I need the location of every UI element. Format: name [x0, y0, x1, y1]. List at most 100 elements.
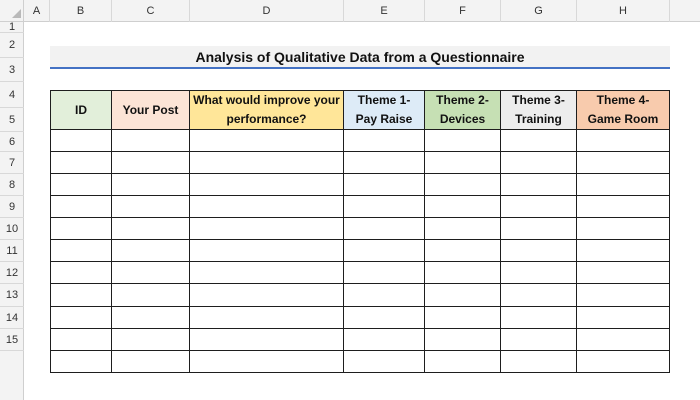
table-cell[interactable] [190, 284, 344, 307]
table-cell[interactable] [50, 218, 112, 240]
table-cell[interactable] [344, 307, 425, 329]
table-cell[interactable] [112, 218, 190, 240]
table-cell[interactable] [344, 329, 425, 351]
table-cell[interactable] [50, 196, 112, 218]
table-cell[interactable] [344, 130, 425, 152]
row-header-5[interactable]: 5 [0, 108, 24, 132]
table-cell[interactable] [577, 152, 670, 174]
table-cell[interactable] [190, 262, 344, 284]
table-header-cell[interactable]: Theme 4- Game Room [577, 90, 670, 130]
table-cell[interactable] [501, 351, 577, 373]
row-header-3[interactable]: 3 [0, 58, 24, 82]
table-header-cell[interactable]: Theme 3- Training [501, 90, 577, 130]
table-cell[interactable] [50, 152, 112, 174]
table-cell[interactable] [344, 351, 425, 373]
table-cell[interactable] [501, 329, 577, 351]
table-header-cell[interactable]: Your Post [112, 90, 190, 130]
table-cell[interactable] [501, 174, 577, 196]
column-header-b[interactable]: B [50, 0, 112, 22]
sheet-title[interactable]: Analysis of Qualitative Data from a Ques… [50, 46, 670, 68]
table-cell[interactable] [190, 307, 344, 329]
table-cell[interactable] [425, 307, 501, 329]
table-cell[interactable] [190, 130, 344, 152]
table-cell[interactable] [190, 196, 344, 218]
table-cell[interactable] [577, 284, 670, 307]
table-cell[interactable] [344, 218, 425, 240]
table-cell[interactable] [344, 284, 425, 307]
table-cell[interactable] [344, 262, 425, 284]
table-cell[interactable] [577, 240, 670, 262]
table-cell[interactable] [112, 240, 190, 262]
table-cell[interactable] [190, 240, 344, 262]
row-header-12[interactable]: 12 [0, 262, 24, 284]
column-header-c[interactable]: C [112, 0, 190, 22]
table-cell[interactable] [344, 152, 425, 174]
table-cell[interactable] [112, 196, 190, 218]
table-cell[interactable] [425, 351, 501, 373]
row-header-7[interactable]: 7 [0, 152, 24, 174]
table-cell[interactable] [501, 130, 577, 152]
row-header-15[interactable]: 15 [0, 329, 24, 351]
table-cell[interactable] [425, 262, 501, 284]
table-cell[interactable] [425, 152, 501, 174]
table-cell[interactable] [112, 307, 190, 329]
row-header-2[interactable]: 2 [0, 33, 24, 58]
table-cell[interactable] [190, 329, 344, 351]
column-header-h[interactable]: H [577, 0, 670, 22]
table-cell[interactable] [425, 240, 501, 262]
table-cell[interactable] [50, 174, 112, 196]
column-header-e[interactable]: E [344, 0, 425, 22]
table-cell[interactable] [577, 174, 670, 196]
table-cell[interactable] [190, 174, 344, 196]
table-cell[interactable] [50, 240, 112, 262]
table-cell[interactable] [190, 351, 344, 373]
column-header-d[interactable]: D [190, 0, 344, 22]
table-cell[interactable] [501, 284, 577, 307]
row-header-4[interactable]: 4 [0, 82, 24, 108]
table-cell[interactable] [344, 174, 425, 196]
table-cell[interactable] [577, 130, 670, 152]
table-cell[interactable] [577, 351, 670, 373]
row-header-9[interactable]: 9 [0, 196, 24, 218]
table-cell[interactable] [50, 262, 112, 284]
table-cell[interactable] [501, 196, 577, 218]
table-cell[interactable] [112, 329, 190, 351]
table-cell[interactable] [577, 218, 670, 240]
column-header-a[interactable]: A [24, 0, 50, 22]
table-header-cell[interactable]: What would improve your performance? [190, 90, 344, 130]
row-header-14[interactable]: 14 [0, 307, 24, 329]
table-cell[interactable] [501, 262, 577, 284]
table-cell[interactable] [50, 307, 112, 329]
table-cell[interactable] [112, 351, 190, 373]
table-cell[interactable] [577, 329, 670, 351]
table-cell[interactable] [50, 351, 112, 373]
row-header-11[interactable]: 11 [0, 240, 24, 262]
table-header-cell[interactable]: Theme 1- Pay Raise [344, 90, 425, 130]
table-cell[interactable] [50, 130, 112, 152]
row-header-8[interactable]: 8 [0, 174, 24, 196]
table-cell[interactable] [50, 284, 112, 307]
row-header-10[interactable]: 10 [0, 218, 24, 240]
table-cell[interactable] [425, 284, 501, 307]
row-header-1[interactable]: 1 [0, 21, 24, 33]
table-cell[interactable] [425, 196, 501, 218]
table-cell[interactable] [112, 174, 190, 196]
table-cell[interactable] [425, 130, 501, 152]
table-cell[interactable] [112, 262, 190, 284]
table-cell[interactable] [112, 284, 190, 307]
table-header-cell[interactable]: Theme 2- Devices [425, 90, 501, 130]
row-header-13[interactable]: 13 [0, 284, 24, 307]
table-cell[interactable] [50, 329, 112, 351]
table-cell[interactable] [577, 262, 670, 284]
table-cell[interactable] [344, 196, 425, 218]
table-cell[interactable] [425, 174, 501, 196]
table-cell[interactable] [501, 152, 577, 174]
table-cell[interactable] [577, 196, 670, 218]
table-cell[interactable] [501, 240, 577, 262]
table-cell[interactable] [501, 307, 577, 329]
table-cell[interactable] [501, 218, 577, 240]
table-cell[interactable] [425, 218, 501, 240]
table-cell[interactable] [190, 218, 344, 240]
table-cell[interactable] [190, 152, 344, 174]
table-cell[interactable] [577, 307, 670, 329]
